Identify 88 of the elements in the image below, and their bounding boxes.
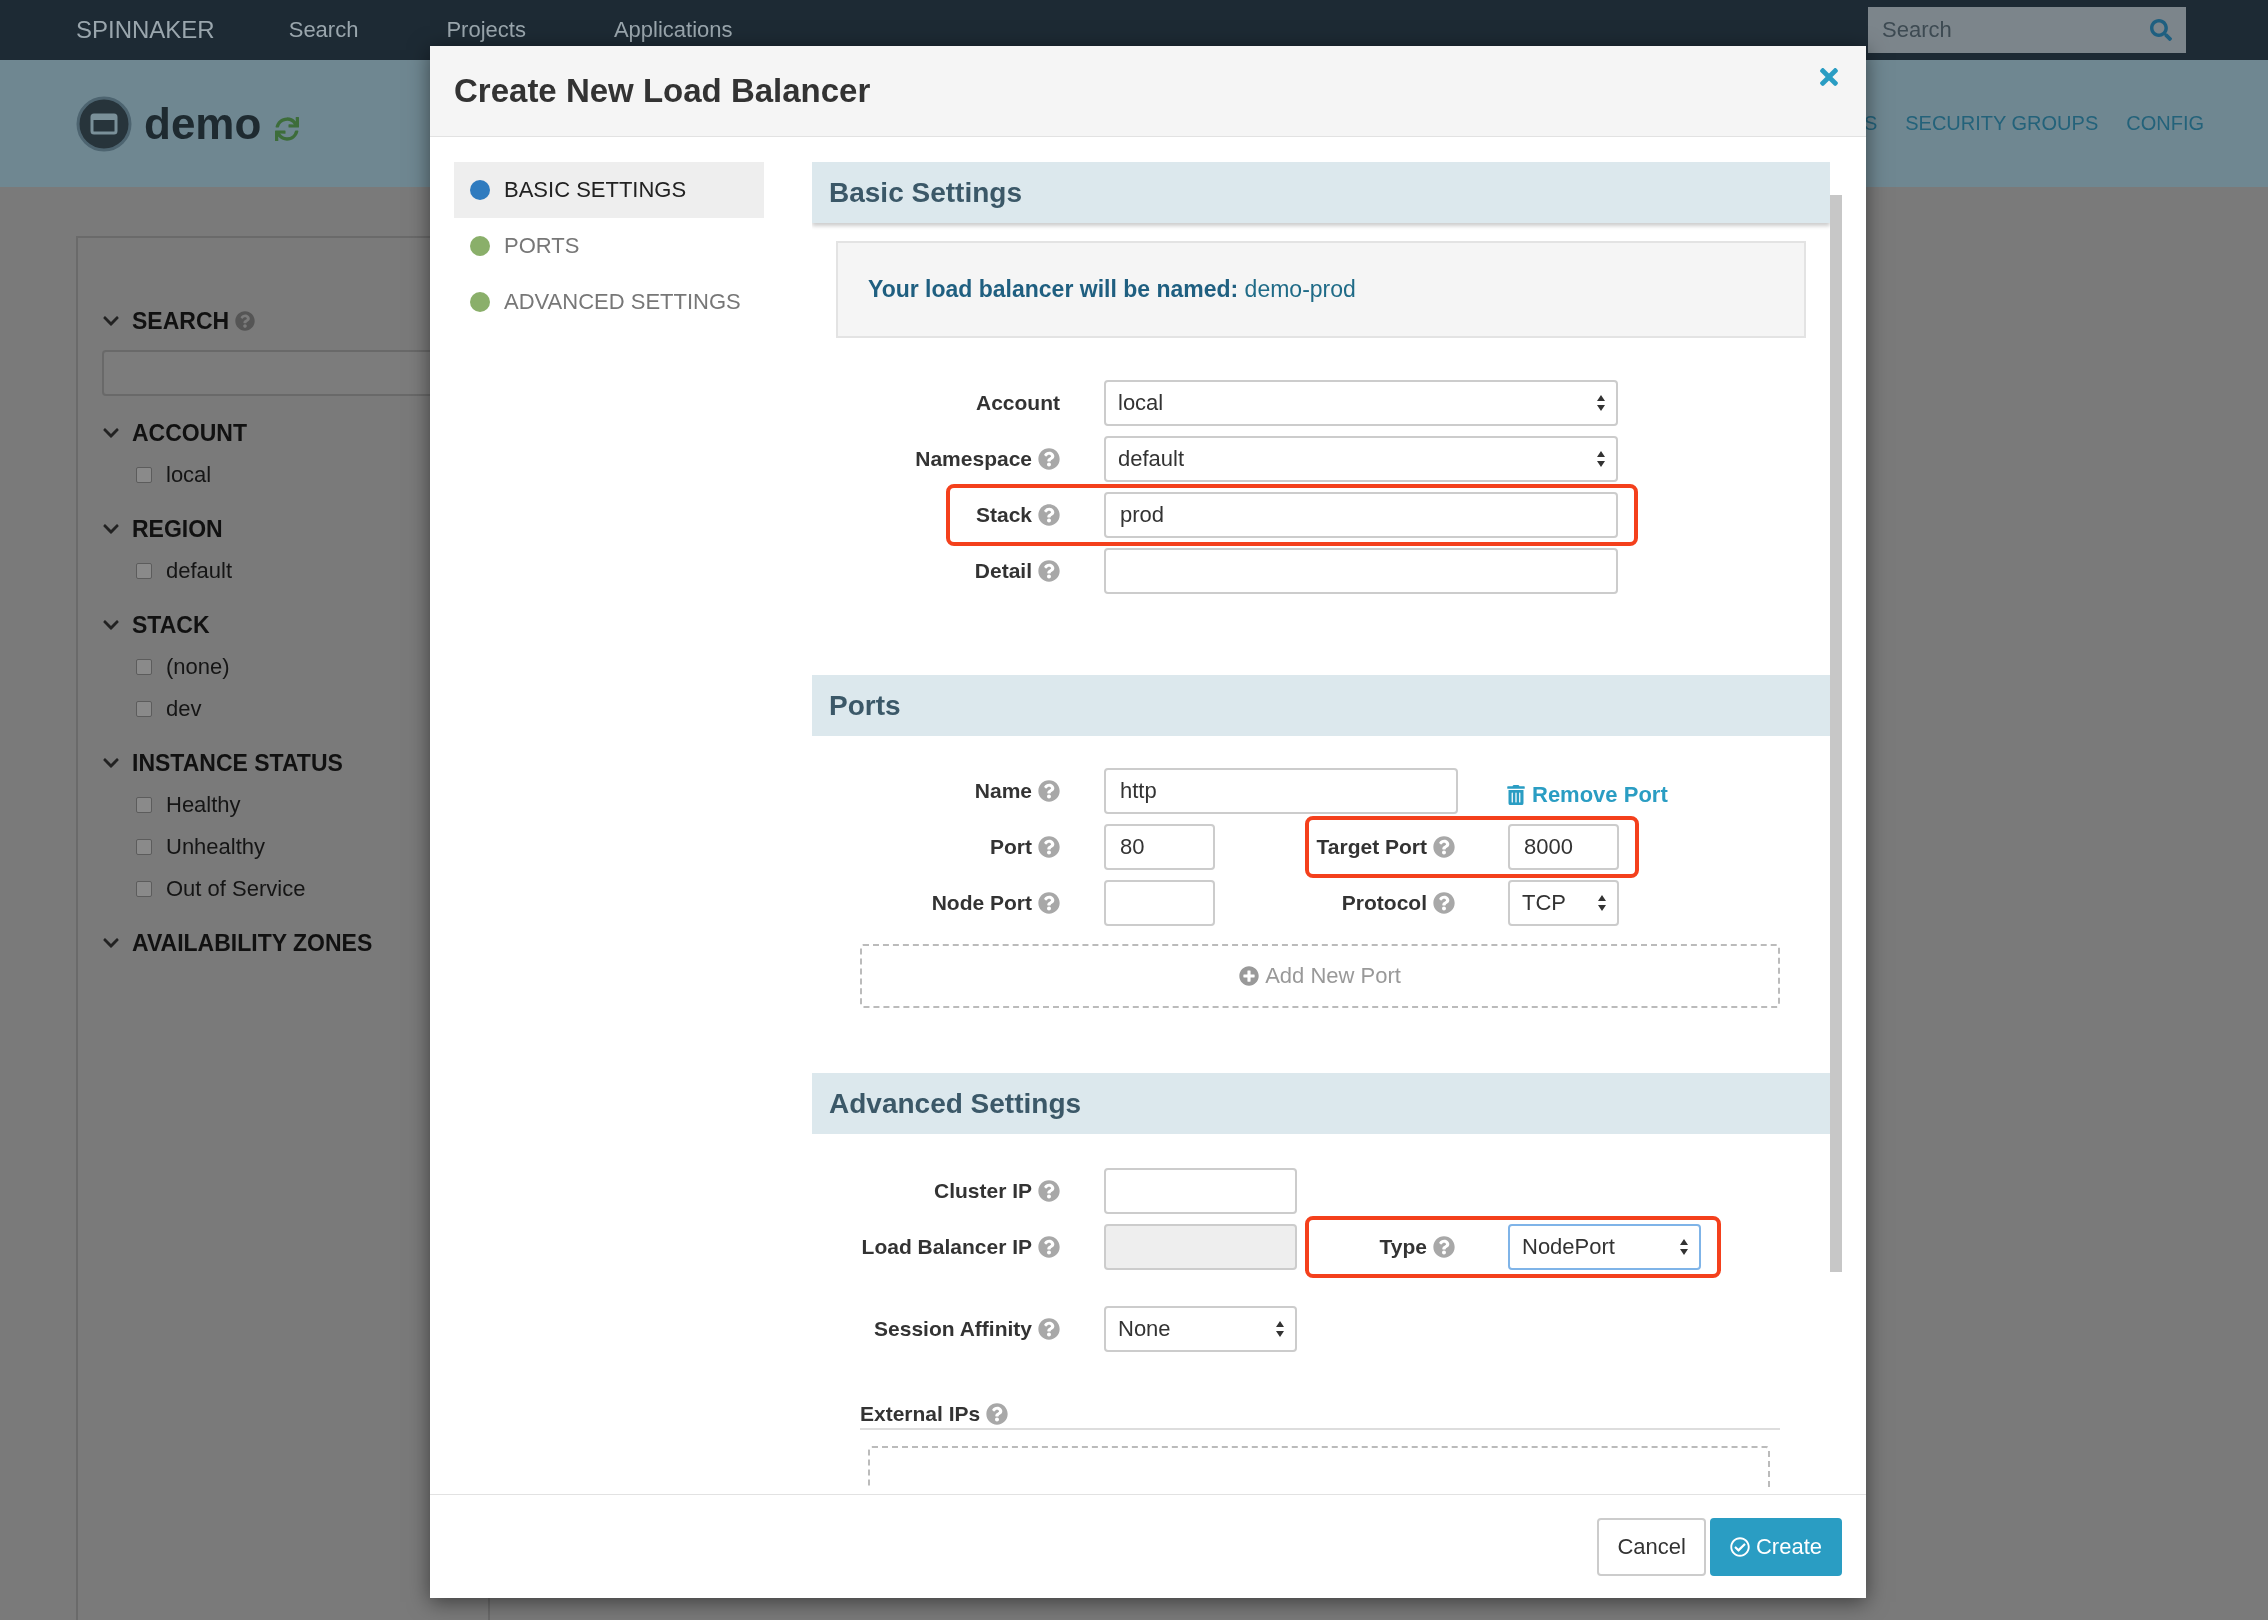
help-icon[interactable] — [1433, 892, 1455, 914]
text-field[interactable] — [1104, 880, 1215, 926]
nav-link[interactable]: Projects — [446, 17, 526, 43]
help-icon[interactable] — [1038, 836, 1060, 858]
step-nav-item[interactable]: PORTS — [454, 218, 764, 274]
select-field[interactable]: NodePort — [1508, 1224, 1701, 1270]
text-field[interactable]: 80 — [1104, 824, 1215, 870]
checkbox-label[interactable]: dev — [166, 696, 202, 722]
field-label: Load Balancer IP — [861, 1235, 1032, 1259]
help-icon[interactable] — [1433, 1236, 1455, 1258]
checkbox-label[interactable]: Healthy — [166, 792, 241, 818]
add-port-button[interactable]: Add New Port — [860, 944, 1780, 1008]
sort-arrows-icon — [1679, 1238, 1689, 1256]
text-field[interactable]: http — [1104, 768, 1458, 814]
search-icon[interactable] — [2150, 19, 2172, 41]
name-notice: Your load balancer will be named: demo-prod — [836, 241, 1806, 338]
field-label: Account — [976, 391, 1060, 415]
field-label: Type — [1379, 1235, 1427, 1259]
section-header: Ports — [812, 675, 1830, 736]
checkbox-label[interactable]: (none) — [166, 654, 230, 680]
filter-title[interactable]: INSTANCE STATUS — [132, 749, 343, 777]
brand-name[interactable]: SPINNAKER — [76, 16, 215, 44]
nav-link[interactable]: Applications — [613, 17, 733, 43]
checkbox[interactable] — [136, 881, 152, 897]
field-label: Port — [990, 835, 1032, 859]
help-icon[interactable] — [1038, 504, 1060, 526]
field-label: Detail — [974, 559, 1032, 583]
field-label: Cluster IP — [933, 1179, 1032, 1203]
field-label: Protocol — [1341, 891, 1427, 915]
help-icon[interactable] — [235, 311, 256, 331]
text-field[interactable] — [1104, 548, 1618, 594]
help-icon[interactable] — [1038, 1318, 1060, 1340]
help-icon[interactable] — [1038, 1180, 1060, 1202]
trash-icon — [1506, 785, 1526, 805]
subsection-title: External IPs — [860, 1402, 981, 1426]
checkbox[interactable] — [136, 467, 152, 483]
text-field[interactable]: prod — [1104, 492, 1618, 538]
help-icon[interactable] — [1038, 560, 1060, 582]
field-label: Session Affinity — [874, 1317, 1032, 1341]
field-label: Namespace — [915, 447, 1032, 471]
text-field[interactable] — [1104, 1168, 1297, 1214]
field-label: Node Port — [931, 891, 1032, 915]
filter-title[interactable]: ACCOUNT — [132, 419, 247, 447]
sort-arrows-icon — [1596, 450, 1606, 468]
cancel-button[interactable]: Cancel — [1597, 1517, 1706, 1576]
remove-port-link[interactable]: Remove Port — [1506, 782, 1668, 808]
checkbox-label[interactable]: local — [166, 462, 212, 488]
checkbox-label[interactable]: default — [166, 558, 233, 584]
field-label: Target Port — [1316, 835, 1427, 859]
step-nav-item[interactable]: ADVANCED SETTINGS — [454, 274, 764, 330]
scrollbar[interactable] — [1830, 195, 1842, 1272]
create-button[interactable]: Create — [1709, 1517, 1842, 1576]
checkbox[interactable] — [136, 839, 152, 855]
filter-title[interactable]: STACK — [132, 611, 210, 639]
filter-title[interactable]: SEARCH — [132, 307, 230, 335]
select-field[interactable]: default — [1104, 436, 1618, 482]
checkbox[interactable] — [136, 701, 152, 717]
checkbox-label[interactable]: Out of Service — [166, 876, 306, 902]
select-field[interactable]: TCP — [1508, 880, 1619, 926]
field-label: Stack — [975, 503, 1032, 527]
checkbox-label[interactable]: Unhealthy — [166, 834, 266, 860]
field-label: Name — [974, 779, 1032, 803]
section-header: Basic Settings — [812, 162, 1830, 223]
help-icon[interactable] — [1038, 448, 1060, 470]
dialog-title: Create New Load Balancer — [454, 72, 871, 110]
checkbox[interactable] — [136, 659, 152, 675]
help-icon[interactable] — [1433, 836, 1455, 858]
section-header: Advanced Settings — [812, 1073, 1830, 1134]
nav-link[interactable]: Search — [288, 17, 359, 43]
filter-title[interactable]: REGION — [132, 515, 223, 543]
step-nav-item[interactable]: BASIC SETTINGS — [454, 162, 764, 218]
plus-icon — [1239, 966, 1260, 986]
select-field[interactable]: None — [1104, 1306, 1297, 1352]
help-icon[interactable] — [1038, 780, 1060, 802]
checkbox[interactable] — [136, 797, 152, 813]
help-icon[interactable] — [986, 1403, 1009, 1425]
select-field[interactable]: local — [1104, 380, 1618, 426]
help-icon[interactable] — [1038, 892, 1060, 914]
sort-arrows-icon — [1596, 394, 1606, 412]
checkbox[interactable] — [136, 563, 152, 579]
search-field[interactable]: Search — [1868, 7, 2186, 53]
sort-arrows-icon — [1275, 1320, 1285, 1338]
app-title: demo — [144, 98, 262, 149]
app-window-icon — [76, 95, 132, 152]
text-field[interactable]: 8000 — [1508, 824, 1619, 870]
filter-title[interactable]: AVAILABILITY ZONES — [132, 929, 373, 957]
refresh-icon[interactable] — [275, 116, 300, 141]
sort-arrows-icon — [1597, 894, 1607, 912]
